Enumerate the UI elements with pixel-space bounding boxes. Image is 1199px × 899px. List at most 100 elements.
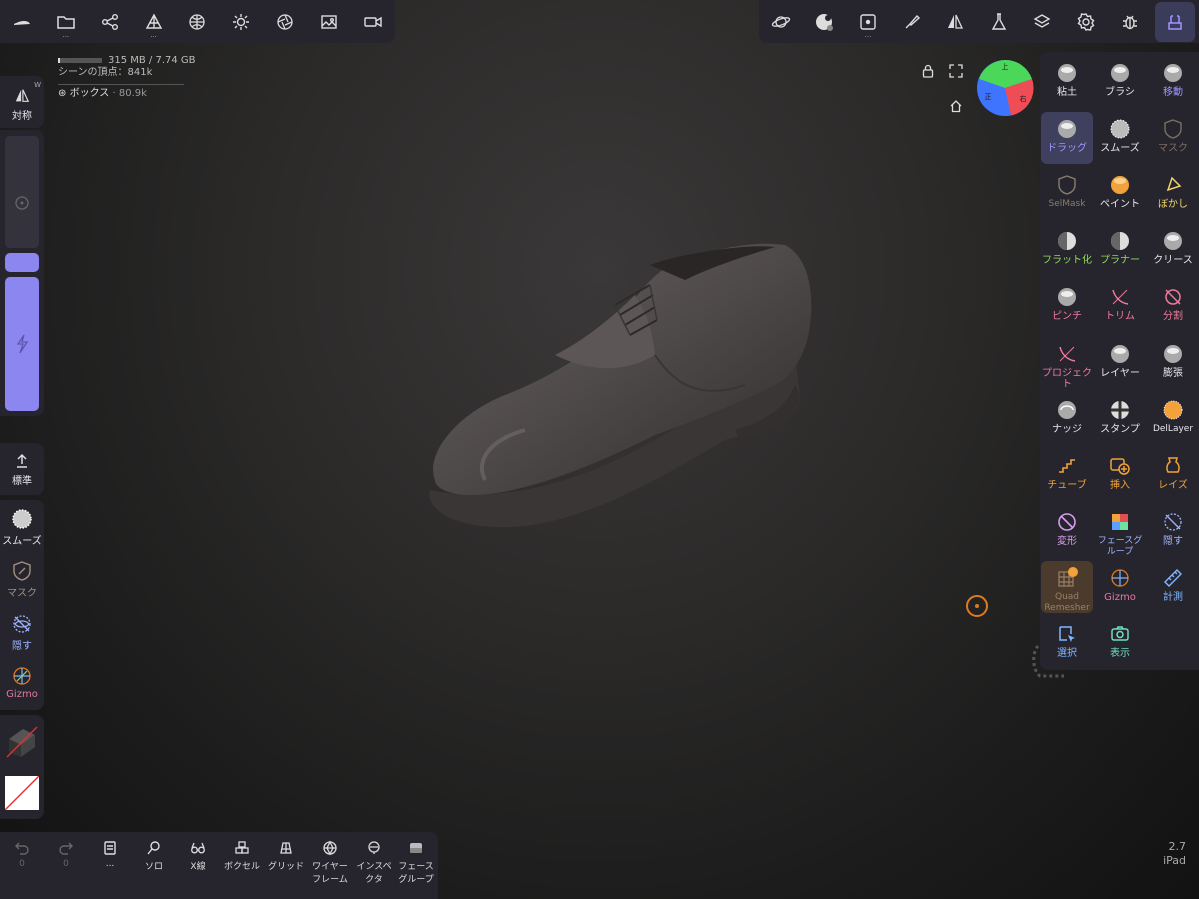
lighting-sun-icon[interactable] xyxy=(223,4,259,40)
topology-icon[interactable]: ... xyxy=(136,4,172,40)
brush-trim[interactable]: トリム xyxy=(1094,280,1146,332)
wireframe-button[interactable]: ワイヤーフレーム xyxy=(308,840,352,885)
radius-target-icon xyxy=(15,196,29,210)
redo-button[interactable]: 0 xyxy=(44,840,88,869)
mask-shield-icon xyxy=(13,561,31,581)
trim-icon xyxy=(1109,286,1131,308)
voxel-button[interactable]: ボクセル xyxy=(220,840,264,872)
tools-panel-toggle-icon[interactable] xyxy=(1155,1,1196,42)
symmetry-icon[interactable] xyxy=(937,4,973,40)
view-cube[interactable]: 上 正 右 xyxy=(976,59,1034,117)
brush-select[interactable]: 選択 xyxy=(1041,617,1093,669)
measure-icon xyxy=(1162,567,1184,589)
object-name: ボックス xyxy=(69,88,110,99)
brush-layer[interactable]: レイヤー xyxy=(1094,337,1146,389)
move-icon xyxy=(1162,62,1184,84)
symmetry-toggle[interactable]: W 対称 xyxy=(0,76,44,128)
material-sphere-icon[interactable] xyxy=(179,4,215,40)
brush-pinch[interactable]: ピンチ xyxy=(1041,280,1093,332)
brush-measure[interactable]: 計測 xyxy=(1147,561,1199,613)
quick-hide[interactable]: 隠す xyxy=(0,613,44,652)
solo-button[interactable]: ソロ xyxy=(132,840,176,872)
pinch-icon xyxy=(1056,286,1078,308)
filters-flask-icon[interactable] xyxy=(981,4,1017,40)
version-number: 2.7 xyxy=(1168,840,1187,853)
brush-label: トリム xyxy=(1105,311,1135,323)
brush-inflate[interactable]: 膨張 xyxy=(1147,337,1199,389)
brush-quad-remesher[interactable]: Quad Remesher xyxy=(1041,560,1093,613)
brush-tube[interactable]: チューブ xyxy=(1041,449,1093,501)
brush-paint[interactable]: ペイント xyxy=(1094,168,1146,220)
radius-slider-handle[interactable] xyxy=(5,253,39,272)
inspector-button[interactable]: インスペクタ xyxy=(352,840,396,885)
brush-insert[interactable]: 挿入 xyxy=(1094,449,1146,501)
stroke-mode-standard[interactable]: 標準 xyxy=(0,443,44,495)
brush-dellayer[interactable]: DelLayer xyxy=(1147,393,1199,445)
radius-slider[interactable] xyxy=(5,136,39,248)
video-record-icon[interactable] xyxy=(355,4,391,40)
camera-aperture-icon[interactable] xyxy=(267,4,303,40)
background-image-icon[interactable] xyxy=(311,4,347,40)
brush-label: 膨張 xyxy=(1163,367,1183,379)
brush-mask[interactable]: マスク xyxy=(1147,112,1199,164)
brush-transform[interactable]: 変形 xyxy=(1041,505,1093,557)
nudge-icon xyxy=(1056,399,1078,421)
brush-gizmo[interactable]: Gizmo xyxy=(1094,561,1146,613)
brush-label: プロジェクト xyxy=(1042,367,1092,390)
gizmo-icon xyxy=(1109,567,1131,589)
facegroup-button[interactable]: フェースグループ xyxy=(394,840,438,885)
brush-smudge[interactable]: ぼかし xyxy=(1147,168,1199,220)
brush-label: レイヤー xyxy=(1100,367,1140,379)
brush-brush[interactable]: ブラシ xyxy=(1094,56,1146,108)
brush-settings-sphere-icon[interactable] xyxy=(806,4,842,40)
quick-smooth-label: スムーズ xyxy=(2,536,42,547)
quick-gizmo[interactable]: Gizmo xyxy=(0,665,44,700)
brush-selmask[interactable]: SelMask xyxy=(1041,168,1093,220)
pivot-target-icon[interactable] xyxy=(966,595,988,617)
brush-label: フラット化 xyxy=(1042,255,1092,267)
brush-clay[interactable]: 粘土 xyxy=(1041,56,1093,108)
brush-smooth[interactable]: スムーズ xyxy=(1094,112,1146,164)
brush-facegroup[interactable]: フェースグループ xyxy=(1094,505,1146,557)
brush-project[interactable]: プロジェクト xyxy=(1041,337,1093,390)
scene-graph-icon[interactable] xyxy=(92,4,128,40)
history-button[interactable]: ... xyxy=(88,840,132,869)
quick-smooth[interactable]: スムーズ xyxy=(0,508,44,547)
planet-scene-icon[interactable] xyxy=(763,4,799,40)
shoe-model[interactable] xyxy=(415,235,825,540)
home-icon[interactable] xyxy=(949,99,963,113)
settings-gear-icon[interactable] xyxy=(1068,4,1104,40)
xray-button[interactable]: X線 xyxy=(176,840,220,872)
lock-icon[interactable] xyxy=(921,64,935,78)
brush-label: Quad Remesher xyxy=(1044,591,1090,613)
brush-view[interactable]: 表示 xyxy=(1094,617,1146,669)
brush-raise[interactable]: レイズ xyxy=(1147,449,1199,501)
grid-button[interactable]: グリッド xyxy=(264,840,308,872)
brush-split[interactable]: 分割 xyxy=(1147,280,1199,332)
fullscreen-icon[interactable] xyxy=(949,64,963,78)
intensity-lightning-icon xyxy=(16,334,29,354)
brush-stamp[interactable]: スタンプ xyxy=(1094,393,1146,445)
brush-hide[interactable]: 隠す xyxy=(1147,505,1199,557)
brush-nudge[interactable]: ナッジ xyxy=(1041,393,1093,445)
brush-planar[interactable]: プラナー xyxy=(1094,224,1146,276)
object-vertex-count: 80.9k xyxy=(118,88,147,99)
layers-icon[interactable] xyxy=(1024,4,1060,40)
painting-brush-icon[interactable] xyxy=(894,4,930,40)
stroke-settings-icon[interactable]: ... xyxy=(850,4,886,40)
brush-move[interactable]: 移動 xyxy=(1147,56,1199,108)
color-swatch-white[interactable] xyxy=(4,775,40,811)
version-info: 2.7 iPad xyxy=(1163,840,1186,868)
files-folder-icon[interactable]: ... xyxy=(48,4,84,40)
quick-mask[interactable]: マスク xyxy=(0,560,44,599)
selected-object-row[interactable]: ⊛ ボックス · 80.9k xyxy=(58,88,196,100)
brush-drag[interactable]: ドラッグ xyxy=(1041,112,1093,165)
brush-flatten[interactable]: フラット化 xyxy=(1041,224,1093,276)
debug-bug-icon[interactable] xyxy=(1112,4,1148,40)
brush-sliders xyxy=(0,130,44,416)
intensity-slider[interactable] xyxy=(5,277,39,411)
undo-button[interactable]: 0 xyxy=(0,840,44,869)
brush-crease[interactable]: クリース xyxy=(1147,224,1199,276)
app-logo-icon[interactable] xyxy=(4,4,40,40)
matcap-swatch[interactable] xyxy=(5,725,39,759)
